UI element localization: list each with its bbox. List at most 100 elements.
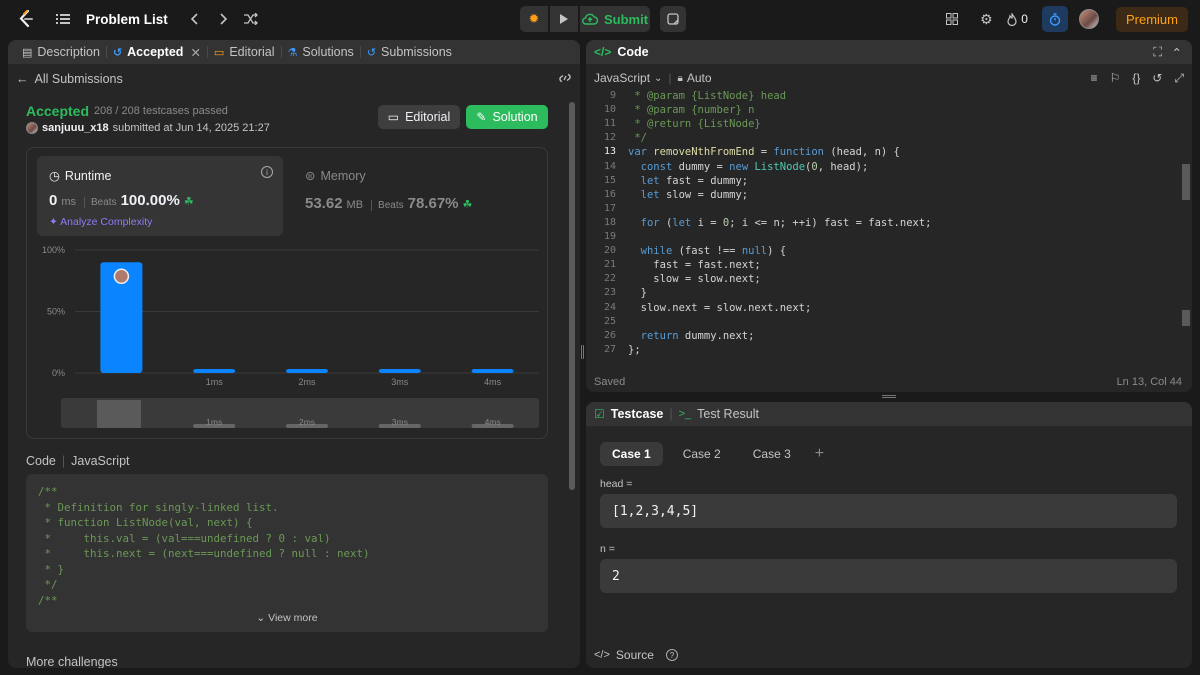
close-tab-icon[interactable]: ✕ xyxy=(190,45,200,60)
divider: | xyxy=(668,71,672,85)
memory-value: 53.62 xyxy=(305,195,343,212)
code-line[interactable]: */ xyxy=(628,132,647,144)
leetcode-logo-icon[interactable] xyxy=(16,9,36,29)
solution-button-label: Solution xyxy=(492,110,538,124)
code-line[interactable]: } xyxy=(628,287,647,299)
n-input[interactable]: 2 xyxy=(600,559,1177,593)
user-avatar[interactable] xyxy=(1076,6,1102,32)
code-line[interactable]: * @return {ListNode} xyxy=(628,118,760,130)
tab-test-result[interactable]: Test Result xyxy=(697,407,759,421)
tab-submissions[interactable]: ↺ Submissions xyxy=(361,40,458,64)
code-line[interactable]: const dummy = new ListNode(0, head); xyxy=(628,161,869,173)
editor-scrollbar[interactable] xyxy=(1182,164,1190,200)
runtime-distribution-chart[interactable]: 100% 50% 0% 1ms 2ms 3ms 4ms 1ms 2ms 3ms 4ms xyxy=(27,240,549,440)
code-editor[interactable]: 9 * @param {ListNode} head 10 * @param {n… xyxy=(586,90,1192,362)
tab-submissions-label: Submissions xyxy=(381,45,452,59)
left-scrollbar[interactable] xyxy=(569,102,575,490)
tab-editorial[interactable]: ▭ Editorial xyxy=(208,40,281,64)
next-problem-icon[interactable] xyxy=(212,8,234,30)
line-number: 14 xyxy=(603,160,616,172)
reset-icon[interactable]: ↺ xyxy=(1152,71,1162,86)
language-select[interactable]: JavaScript ⌄ xyxy=(594,71,662,85)
settings-gear-icon[interactable]: ⚙ xyxy=(973,6,999,32)
play-icon xyxy=(560,14,568,24)
submitter-avatar[interactable] xyxy=(26,122,38,134)
line-number: 20 xyxy=(603,245,616,257)
head-input[interactable]: [1,2,3,4,5] xyxy=(600,494,1177,528)
premium-button[interactable]: Premium xyxy=(1115,6,1188,32)
back-arrow-icon[interactable]: ← xyxy=(16,72,29,86)
source-link[interactable]: </> Source ? xyxy=(594,648,678,662)
code-line[interactable]: * @param {ListNode} head xyxy=(628,90,786,102)
solution-button[interactable]: ✎ Solution xyxy=(466,105,548,129)
runtime-box[interactable]: ◷ Runtime i 0 ms Beats 100.00% ☘ ✦ Analy… xyxy=(37,156,283,236)
submit-button[interactable]: Submit xyxy=(580,6,650,32)
submitter-username[interactable]: sanjuuu_x18 xyxy=(42,122,109,134)
tab-solutions[interactable]: ⚗ Solutions xyxy=(282,40,360,64)
tab-description[interactable]: ▤ Description xyxy=(16,40,106,64)
tab-description-label: Description xyxy=(37,45,100,59)
note-icon xyxy=(667,13,679,25)
timer-icon[interactable] xyxy=(1041,6,1068,32)
collapse-icon[interactable]: ⌃ xyxy=(1172,45,1182,60)
problem-list-link[interactable]: Problem List xyxy=(86,12,168,27)
code-line[interactable]: var removeNthFromEnd = function (head, n… xyxy=(628,146,900,158)
code-line[interactable]: slow = slow.next; xyxy=(628,273,760,285)
history-icon: ↺ xyxy=(112,46,123,59)
case-tab-3[interactable]: Case 3 xyxy=(741,442,803,466)
prev-problem-icon[interactable] xyxy=(184,8,206,30)
memory-box[interactable]: ⊜ Memory 53.62 MB Beats 78.67% ☘ xyxy=(305,168,472,213)
code-line[interactable]: while (fast !== null) { xyxy=(628,245,786,257)
auto-mode[interactable]: Auto xyxy=(687,71,712,85)
streak-count: 0 xyxy=(1021,12,1028,26)
problem-list-icon[interactable] xyxy=(52,8,74,30)
code-line[interactable]: return dummy.next; xyxy=(628,330,755,342)
code-line[interactable]: slow.next = slow.next.next; xyxy=(628,302,812,314)
case-tab-1[interactable]: Case 1 xyxy=(600,442,663,466)
tab-accepted[interactable]: ↺ Accepted ✕ xyxy=(107,40,207,64)
code-line[interactable]: for (let i = 0; i <= n; ++i) fast = fast… xyxy=(628,217,932,229)
vertical-splitter[interactable] xyxy=(581,345,584,359)
submitted-at: submitted at Jun 14, 2025 21:27 xyxy=(112,122,270,134)
format-icon[interactable]: ≡ xyxy=(1091,71,1098,86)
shuffle-icon[interactable] xyxy=(240,8,262,30)
book-icon: ▭ xyxy=(213,46,225,59)
code-line[interactable]: * @param {number} n xyxy=(628,104,754,116)
share-link-icon[interactable] xyxy=(558,72,572,87)
overview-tick-label: 2ms xyxy=(299,417,315,427)
debug-button[interactable]: ✹ xyxy=(520,6,548,32)
fullscreen-icon[interactable]: ⤢ xyxy=(1174,71,1184,86)
submitted-code-box: /** * Definition for singly-linked list.… xyxy=(26,474,548,632)
all-submissions-link[interactable]: All Submissions xyxy=(35,72,123,86)
case-tab-2[interactable]: Case 2 xyxy=(671,442,733,466)
code-section-language: JavaScript xyxy=(71,454,130,468)
code-line[interactable]: }; xyxy=(628,344,641,356)
code-line[interactable]: fast = fast.next; xyxy=(628,259,760,271)
code-editor-header: </> Code ⛶ ⌃ xyxy=(586,40,1192,64)
add-case-icon[interactable]: + xyxy=(815,445,824,463)
editorial-button[interactable]: ▭ Editorial xyxy=(378,105,460,129)
streak-fire-icon[interactable]: 0 xyxy=(1007,6,1028,32)
tab-testcase[interactable]: Testcase xyxy=(611,407,664,421)
line-number: 13 xyxy=(603,146,616,158)
view-more-button[interactable]: ⌄ View more xyxy=(26,612,548,624)
layout-grid-icon[interactable] xyxy=(939,6,965,32)
analyze-label: Analyze Complexity xyxy=(60,216,153,228)
code-line[interactable]: let slow = dummy; xyxy=(628,189,748,201)
code-line[interactable]: let fast = dummy; xyxy=(628,175,748,187)
braces-icon[interactable]: {} xyxy=(1132,71,1140,86)
run-button[interactable] xyxy=(550,6,578,32)
bookmark-icon[interactable]: ⚐ xyxy=(1110,71,1121,86)
maximize-icon[interactable]: ⛶ xyxy=(1153,45,1162,60)
help-icon[interactable]: ? xyxy=(665,649,678,661)
line-number: 22 xyxy=(603,273,616,285)
info-icon[interactable]: i xyxy=(261,166,273,178)
source-label: Source xyxy=(615,648,654,662)
notes-button[interactable] xyxy=(660,6,686,32)
description-icon: ▤ xyxy=(22,46,33,59)
lock-icon: 🔒︎ xyxy=(677,72,683,84)
more-challenges-heading: More challenges xyxy=(26,655,118,668)
horizontal-splitter[interactable] xyxy=(882,395,896,398)
analyze-complexity-link[interactable]: ✦ Analyze Complexity xyxy=(49,216,152,228)
memory-label-text: Memory xyxy=(320,168,366,183)
